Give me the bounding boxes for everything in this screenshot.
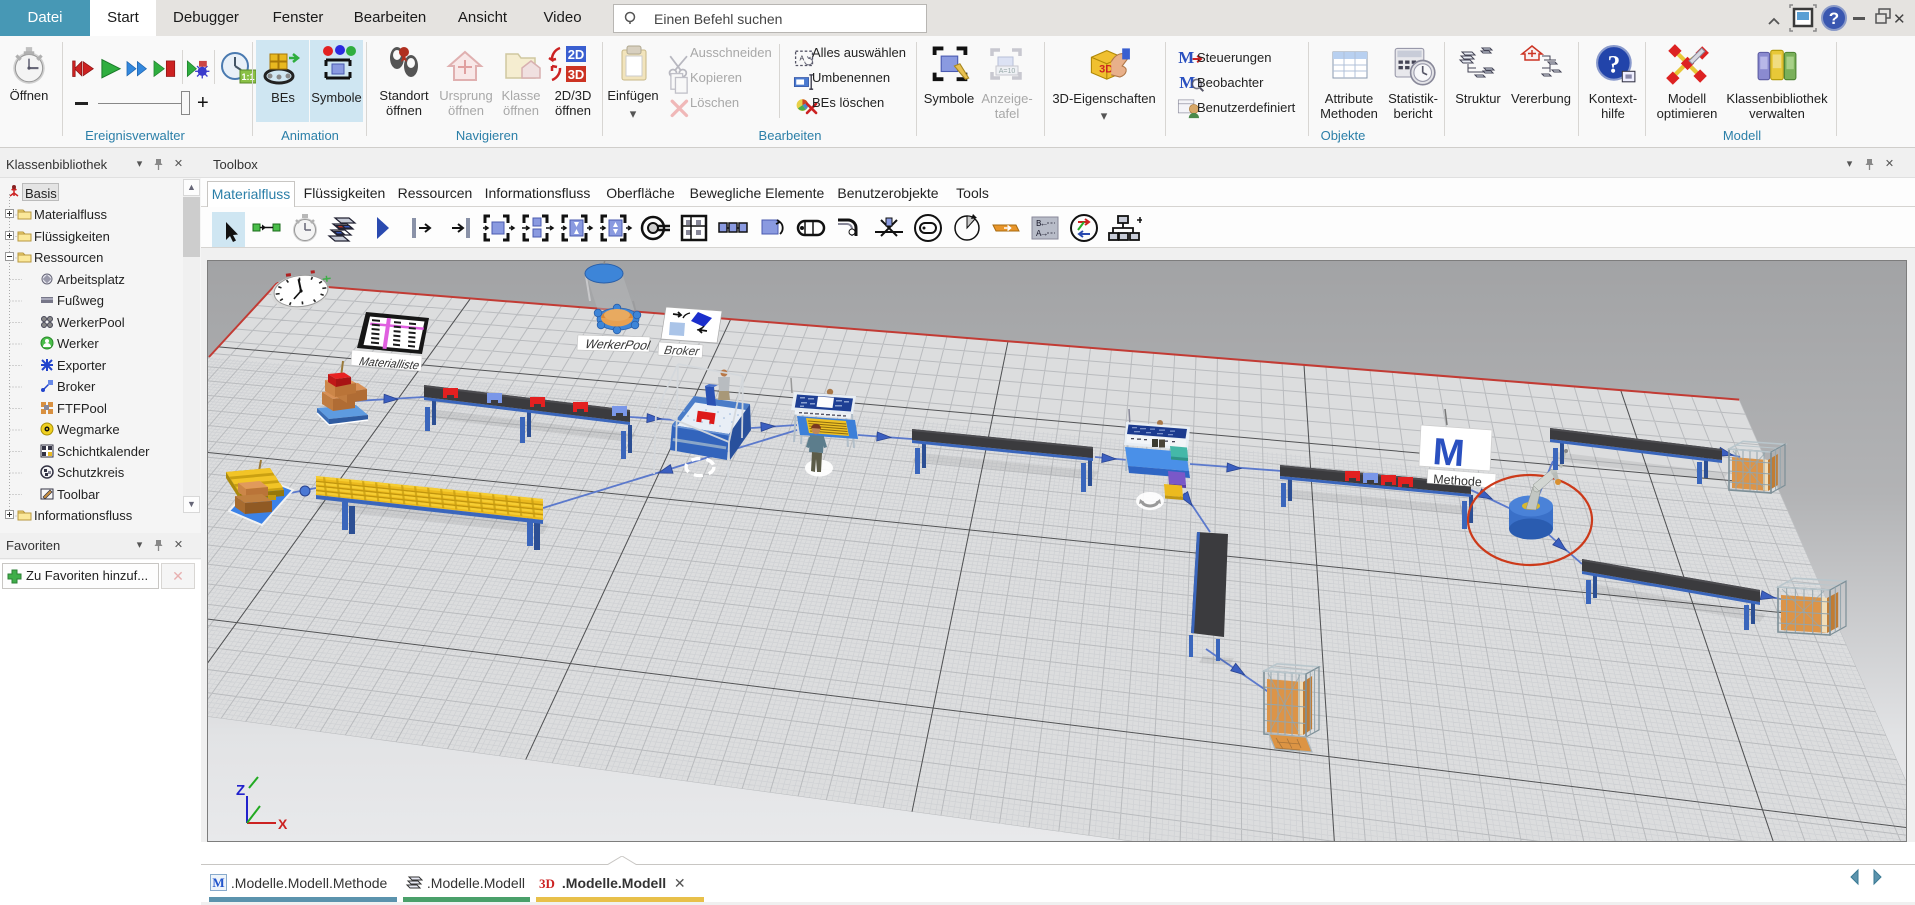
svg-text:Z: Z (236, 782, 245, 799)
svg-text:B←: B← (1036, 219, 1047, 229)
svg-text:3D: 3D (568, 67, 585, 82)
svg-text:?: ? (1608, 51, 1621, 78)
svg-text:2D: 2D (568, 47, 585, 62)
svg-text:M: M (1178, 48, 1194, 67)
svg-text:A=10: A=10 (999, 68, 1016, 75)
svg-text:M: M (212, 875, 224, 890)
svg-text:WerkerPool: WerkerPool (583, 336, 653, 352)
svg-text:3D: 3D (539, 876, 555, 891)
svg-text:?: ? (1829, 9, 1839, 28)
svg-text:M: M (1431, 431, 1466, 475)
svg-text:3D: 3D (1099, 64, 1113, 76)
svg-text:X: X (278, 816, 288, 832)
svg-text:Broker: Broker (662, 343, 702, 358)
svg-text:A: A (800, 54, 805, 62)
svg-text:A→: A→ (1036, 229, 1047, 239)
